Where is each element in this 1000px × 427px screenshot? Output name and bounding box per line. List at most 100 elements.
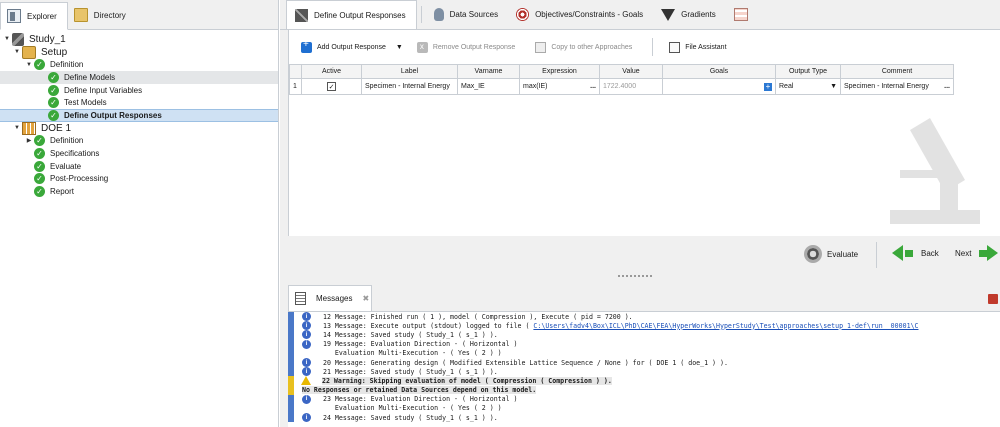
table-row[interactable]: 1 ✓ Specimen - Internal Energy Max_IE ma… xyxy=(289,78,954,95)
check-circle-icon: ✓ xyxy=(34,160,45,172)
tree-label-setup: Setup xyxy=(41,46,68,58)
info-icon: i xyxy=(302,413,311,423)
tree-item-define-input-variables[interactable]: ✓ Define Input Variables xyxy=(0,84,278,97)
messages-log: i 12 Message: Finished run ( 1 ), model … xyxy=(288,311,1000,427)
comment-cell[interactable]: Specimen - Internal Energy ... xyxy=(840,78,954,95)
info-icon: i xyxy=(302,312,311,322)
tab-directory[interactable]: Directory xyxy=(68,1,136,29)
tab-grid-view[interactable] xyxy=(726,0,764,29)
log-file-link[interactable]: C:\Users\fadv4\Box\ICL\PhD\CAE\FEA\Hyper… xyxy=(533,322,918,330)
tree-item-doe-definition[interactable]: ▶ ✓ Definition xyxy=(0,135,278,148)
tree-item-define-models[interactable]: ✓ Define Models xyxy=(0,71,278,84)
message-row: i 23 Message: Evaluation Direction - ( H… xyxy=(288,394,1000,404)
add-dropdown-arrow-icon[interactable]: ▼ xyxy=(396,44,403,51)
column-header[interactable]: Expression xyxy=(519,64,600,79)
next-arrow-icon xyxy=(987,245,999,261)
tab-explorer-label: Explorer xyxy=(27,11,57,21)
evaluate-button[interactable]: Evaluate xyxy=(804,245,858,263)
close-icon[interactable]: ✖ xyxy=(362,294,369,303)
tree-item-setup-definition[interactable]: ▼ ✓ Definition xyxy=(0,58,278,71)
tree-item-study[interactable]: ▼ Study_1 xyxy=(0,32,278,46)
column-header[interactable]: Comment xyxy=(840,64,954,79)
tab-gradients-label: Gradients xyxy=(681,10,716,19)
tree-item-setup[interactable]: ▼ Setup xyxy=(0,45,278,59)
check-circle-icon: ✓ xyxy=(48,109,59,121)
microscope-icon xyxy=(12,32,24,46)
tab-objectives-constraints[interactable]: Objectives/Constraints - Goals xyxy=(508,0,653,29)
tree-label-specifications: Specifications xyxy=(50,149,100,159)
add-output-response-label: Add Output Response xyxy=(317,43,386,51)
message-row: i 14 Message: Saved study ( Study_1 ( s_… xyxy=(288,330,1000,340)
message-row: Evaluation Multi-Execution - ( Yes ( 2 )… xyxy=(288,348,1000,358)
expand-caret-icon[interactable]: ▼ xyxy=(2,36,12,42)
tab-explorer[interactable]: Explorer xyxy=(0,2,68,30)
check-circle-icon: ✓ xyxy=(34,135,45,147)
message-row: i 19 Message: Evaluation Direction - ( H… xyxy=(288,339,1000,349)
step-tab-bar: Define Output Responses Data Sources Obj… xyxy=(280,0,1000,30)
varname-cell[interactable]: Max_IE xyxy=(457,78,520,95)
warning-row: No Responses or retained Data Sources de… xyxy=(288,385,1000,395)
active-checkbox[interactable]: ✓ xyxy=(327,82,336,91)
tree-label-report: Report xyxy=(50,187,75,197)
tab-directory-label: Directory xyxy=(93,10,126,20)
column-header[interactable]: Varname xyxy=(457,64,520,79)
file-assistant-button[interactable]: File Assistant xyxy=(669,41,727,53)
column-header[interactable]: Active xyxy=(301,64,362,79)
info-icon: i xyxy=(302,330,311,340)
clear-messages-icon[interactable] xyxy=(988,294,998,304)
expression-editor-button[interactable]: ... xyxy=(590,83,596,90)
message-text: 23 Message: Evaluation Direction - ( Hor… xyxy=(323,395,518,404)
check-circle-icon: ✓ xyxy=(48,84,59,96)
expand-caret-icon[interactable]: ▼ xyxy=(12,125,22,131)
copy-to-approaches-button[interactable]: Copy to other Approaches xyxy=(535,41,632,53)
tab-define-output-responses[interactable]: Define Output Responses xyxy=(286,0,417,29)
row-index: 1 xyxy=(289,78,302,95)
output-type-dropdown-icon[interactable]: ▼ xyxy=(830,83,837,90)
expand-caret-icon[interactable]: ▼ xyxy=(24,62,34,68)
add-goal-icon[interactable]: + xyxy=(764,82,772,91)
panel-splitter[interactable] xyxy=(618,275,652,277)
check-circle-icon: ✓ xyxy=(48,97,59,109)
tree-item-evaluate[interactable]: ✓ Evaluate xyxy=(0,160,278,173)
column-header[interactable]: Value xyxy=(599,64,663,79)
message-row: i 20 Message: Generating design ( Modifi… xyxy=(288,357,1000,368)
action-bar: Evaluate Back Next xyxy=(280,236,1000,276)
tab-data-sources[interactable]: Data Sources xyxy=(426,0,508,29)
row-index-header xyxy=(289,64,302,79)
tree-label-setup-definition: Definition xyxy=(50,60,84,70)
add-output-response-button[interactable]: Add Output Response xyxy=(301,39,386,53)
message-text: 21 Message: Saved study ( Study_1 ( s_1 … xyxy=(323,367,498,376)
remove-output-response-button[interactable]: Remove Output Response xyxy=(416,41,515,53)
blank-icon xyxy=(302,349,311,358)
message-text: 22 Warning: Skipping evaluation of model… xyxy=(322,376,612,385)
back-button[interactable]: Back xyxy=(892,245,939,261)
tree-item-test-models[interactable]: ✓ Test Models xyxy=(0,96,278,109)
tab-messages[interactable]: Messages ✖ xyxy=(288,285,372,311)
column-header[interactable]: Goals xyxy=(662,64,776,79)
goals-cell[interactable]: + xyxy=(662,78,776,95)
tree-item-define-output-responses[interactable]: ✓ Define Output Responses xyxy=(0,109,278,122)
expand-caret-icon[interactable]: ▼ xyxy=(12,49,22,55)
check-circle-icon: ✓ xyxy=(34,59,45,71)
expression-cell[interactable]: max(IE) ... xyxy=(519,78,600,95)
next-button[interactable]: Next xyxy=(955,245,999,261)
label-cell[interactable]: Specimen - Internal Energy xyxy=(361,78,458,95)
tab-gradients[interactable]: Gradients xyxy=(653,0,726,29)
tree-item-post-processing[interactable]: ✓ Post-Processing xyxy=(0,173,278,186)
comment-editor-button[interactable]: ... xyxy=(944,83,950,90)
table-header-row: Active Label Varname Expression Value Go… xyxy=(289,64,954,79)
target-icon xyxy=(516,8,530,21)
nabla-icon xyxy=(661,8,676,21)
output-responses-panel: Add Output Response ▼ Remove Output Resp… xyxy=(288,30,1000,236)
info-icon: i xyxy=(302,367,311,377)
column-header[interactable]: Label xyxy=(361,64,458,79)
collapse-caret-icon[interactable]: ▶ xyxy=(24,137,34,144)
output-type-cell[interactable]: Real ▼ xyxy=(775,78,841,95)
active-cell[interactable]: ✓ xyxy=(301,78,362,95)
tree-item-doe[interactable]: ▼ DOE 1 xyxy=(0,121,278,135)
tree-item-report[interactable]: ✓ Report xyxy=(0,185,278,198)
column-header[interactable]: Output Type xyxy=(775,64,841,79)
messages-icon xyxy=(295,292,306,305)
toolbar: Add Output Response ▼ Remove Output Resp… xyxy=(289,30,1000,64)
tree-item-specifications[interactable]: ✓ Specifications xyxy=(0,147,278,160)
